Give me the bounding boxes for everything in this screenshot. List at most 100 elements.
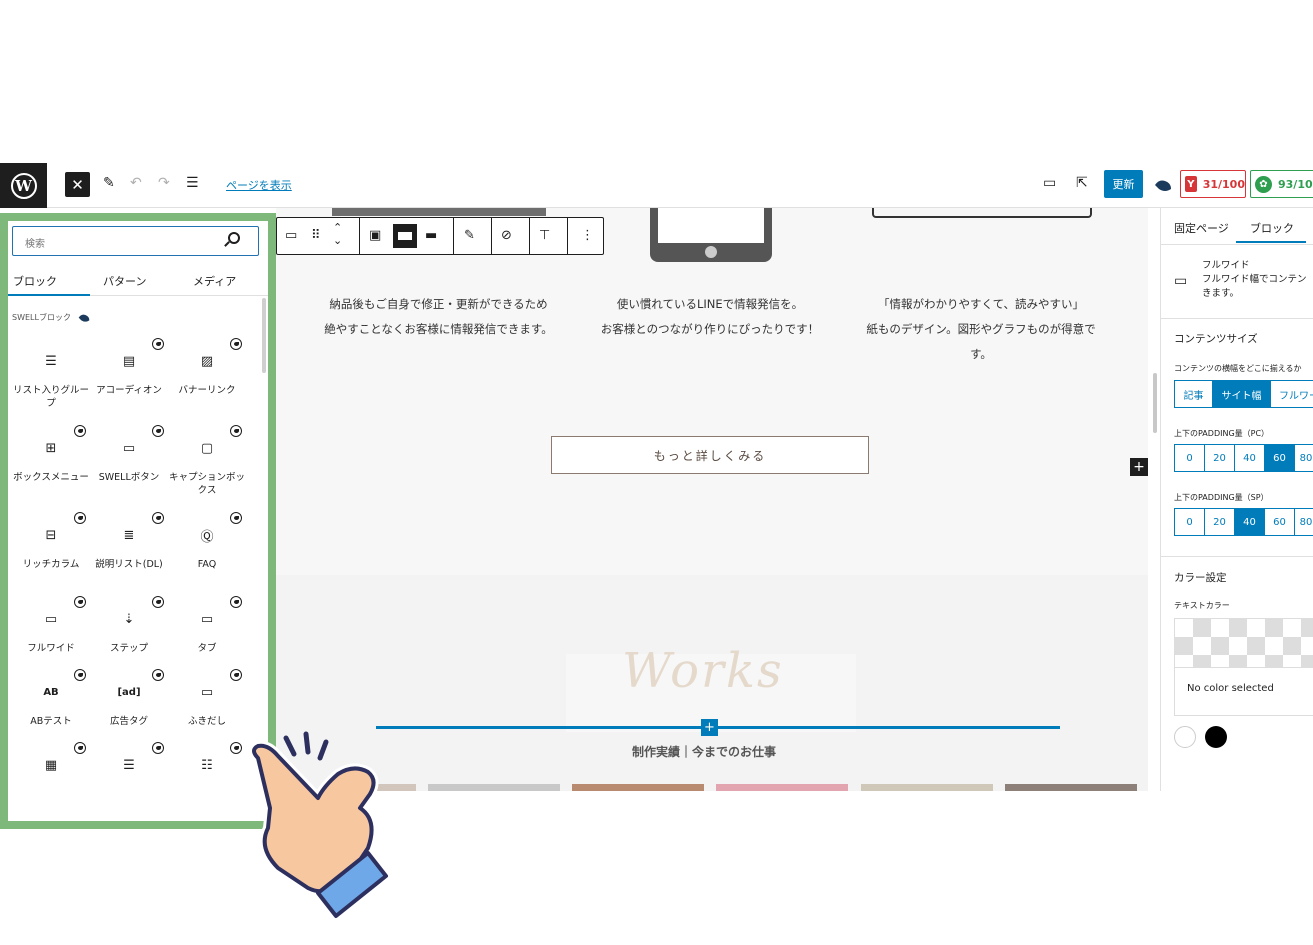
more-details-button[interactable]: もっと詳しくみる xyxy=(551,436,869,474)
document-overview-icon[interactable]: ☰ xyxy=(186,175,199,191)
edit-pencil-icon[interactable]: ✎ xyxy=(464,228,475,243)
canvas-scrollbar[interactable] xyxy=(1153,373,1157,433)
work-thumbnail[interactable] xyxy=(861,784,993,791)
edit-pencil-icon[interactable]: ✎ xyxy=(103,175,115,191)
block-item[interactable]: ≣ 説明リスト(DL) xyxy=(90,512,168,592)
external-link-icon[interactable]: ⇱ xyxy=(1076,175,1088,191)
move-up-down-icon[interactable]: ⌃ ⌄ xyxy=(333,221,342,247)
active-tab-indicator xyxy=(8,294,90,296)
swell-badge-icon xyxy=(74,669,86,681)
category-label: SWELLブロック xyxy=(12,312,71,322)
table-list-icon: ☷ xyxy=(201,757,213,773)
full-wide-block-icon[interactable]: ▭ xyxy=(285,228,297,243)
seo-score-badge[interactable]: Y 31/100 xyxy=(1180,170,1246,198)
block-description-1: フルワイド幅でコンテン xyxy=(1202,274,1307,285)
block-label: SWELLボタン xyxy=(98,472,160,483)
feature-text-2[interactable]: 使い慣れているLINEで情報発信を。 お客様とのつながり作りにぴったりです！ xyxy=(576,292,844,342)
swell-badge-icon xyxy=(152,742,164,754)
update-button[interactable]: 更新 xyxy=(1104,170,1143,198)
block-item[interactable]: ☰ xyxy=(90,742,168,791)
align-none-icon[interactable]: ▣ xyxy=(369,228,381,243)
width-option-full[interactable]: フルワー xyxy=(1270,380,1313,408)
editor-canvas[interactable]: 納品後もご自身で修正・更新ができるため 絶やすことなくお客様に情報発信できます。… xyxy=(276,208,1148,791)
block-item[interactable]: ▢ キャプションボックス xyxy=(168,425,246,505)
toolbar-separator xyxy=(529,218,530,254)
tab-icon: ▭ xyxy=(200,611,214,627)
description-list-icon: ≣ xyxy=(123,527,135,543)
block-item[interactable]: [ad] 広告タグ xyxy=(90,669,168,749)
undo-icon[interactable]: ↶ xyxy=(130,175,142,191)
block-item[interactable]: ☰ リスト入りグループ xyxy=(12,338,90,418)
block-item[interactable]: Ⓠ FAQ xyxy=(168,512,246,592)
preview-laptop-icon[interactable]: ▭ xyxy=(1043,175,1056,191)
block-item[interactable]: ⇣ ステップ xyxy=(90,596,168,676)
tablet-screen xyxy=(658,208,764,243)
wordpress-logo-button[interactable]: W xyxy=(0,163,47,208)
padding-option[interactable]: 80 xyxy=(1294,508,1313,536)
tab-patterns[interactable]: パターン xyxy=(103,273,146,289)
view-page-link[interactable]: ページを表示 xyxy=(226,177,292,193)
width-option-post[interactable]: 記事 xyxy=(1174,380,1213,408)
align-full-icon[interactable]: ▬ xyxy=(425,228,437,243)
block-item[interactable]: AB ABテスト xyxy=(12,669,90,749)
close-inserter-button[interactable]: ✕ xyxy=(65,172,90,197)
work-thumbnail[interactable] xyxy=(1005,784,1137,791)
padding-sp-label: 上下のPADDING量（SP） xyxy=(1174,493,1269,502)
insert-block-plus-icon[interactable]: + xyxy=(701,719,718,736)
block-item[interactable]: ⊞ ボックスメニュー xyxy=(12,425,90,505)
redo-icon[interactable]: ↷ xyxy=(158,175,170,191)
list-group-icon: ☰ xyxy=(45,353,57,369)
swell-logo-icon[interactable] xyxy=(1153,175,1173,193)
device-visibility-icon[interactable]: ⊘ xyxy=(501,228,512,243)
work-thumbnail[interactable] xyxy=(428,784,560,791)
work-thumbnail[interactable] xyxy=(716,784,848,791)
tab-media[interactable]: メディア xyxy=(193,273,236,289)
work-thumbnail[interactable] xyxy=(572,784,704,791)
feature-text-3[interactable]: 「情報がわかりやすくて、読みやすい」 紙ものデザイン。図形やグラフものが得意で … xyxy=(861,292,1101,367)
tab-blocks[interactable]: ブロック xyxy=(13,273,57,289)
block-search-input[interactable]: 検索 xyxy=(12,226,259,256)
block-style-icon[interactable]: ⊤ xyxy=(539,228,550,243)
width-option-site[interactable]: サイト幅 xyxy=(1212,380,1271,408)
feature-text-1[interactable]: 納品後もご自身で修正・更新ができるため 絶やすことなくお客様に情報発信できます。 xyxy=(306,292,571,342)
padding-option[interactable]: 20 xyxy=(1204,444,1235,472)
caption-box-icon: ▢ xyxy=(200,440,214,456)
padding-option[interactable]: 80 xyxy=(1294,444,1313,472)
block-item[interactable]: ▭ フルワイド xyxy=(12,596,90,676)
padding-option[interactable]: 60 xyxy=(1264,444,1295,472)
block-item[interactable]: ▨ バナーリンク xyxy=(168,338,246,418)
block-item[interactable]: ▭ SWELLボタン xyxy=(90,425,168,505)
more-options-icon[interactable]: ⋮ xyxy=(581,228,594,243)
drag-handle-icon[interactable]: ⠿ xyxy=(311,228,321,243)
works-script-title: Works xyxy=(622,643,784,699)
padding-option[interactable]: 20 xyxy=(1204,508,1235,536)
block-item[interactable]: ▭ タブ xyxy=(168,596,246,676)
block-item[interactable]: ▦ xyxy=(12,742,90,791)
padding-option[interactable]: 0 xyxy=(1174,444,1205,472)
feature-text-2-line: 使い慣れているLINEで情報発信を。 xyxy=(616,297,804,311)
block-inserter-panel: 検索 ブロック パターン メディア SWELLブロック ☰ リスト入りグループ ▤ ア… xyxy=(0,208,270,791)
color-settings-heading[interactable]: カラー設定 xyxy=(1174,570,1227,585)
divider xyxy=(1161,556,1313,557)
align-wide-icon[interactable] xyxy=(393,224,417,248)
toolbar-separator xyxy=(453,218,454,254)
padding-option[interactable]: 40 xyxy=(1234,444,1265,472)
padding-option[interactable]: 0 xyxy=(1174,508,1205,536)
white-color-swatch[interactable] xyxy=(1174,726,1196,748)
add-block-icon[interactable]: + xyxy=(1130,458,1148,476)
tab-page[interactable]: 固定ページ xyxy=(1174,220,1229,236)
content-size-heading[interactable]: コンテンツサイズ xyxy=(1174,331,1258,346)
padding-option[interactable]: 60 xyxy=(1264,508,1295,536)
black-color-swatch[interactable] xyxy=(1205,726,1227,748)
block-item[interactable]: ⊟ リッチカラム xyxy=(12,512,90,592)
swell-badge-icon xyxy=(230,512,242,524)
block-name: フルワイド xyxy=(1202,260,1250,271)
readability-score-badge[interactable]: ✿ 93/100 xyxy=(1250,170,1313,198)
feature-text-1-line: 絶やすことなくお客様に情報発信できます。 xyxy=(324,322,553,336)
block-label: FAQ xyxy=(197,559,217,570)
tab-block[interactable]: ブロック xyxy=(1250,220,1294,236)
inserter-scrollbar[interactable] xyxy=(262,298,266,373)
features-section xyxy=(276,208,1148,575)
padding-option[interactable]: 40 xyxy=(1234,508,1265,536)
block-item[interactable]: ▤ アコーディオン xyxy=(90,338,168,418)
